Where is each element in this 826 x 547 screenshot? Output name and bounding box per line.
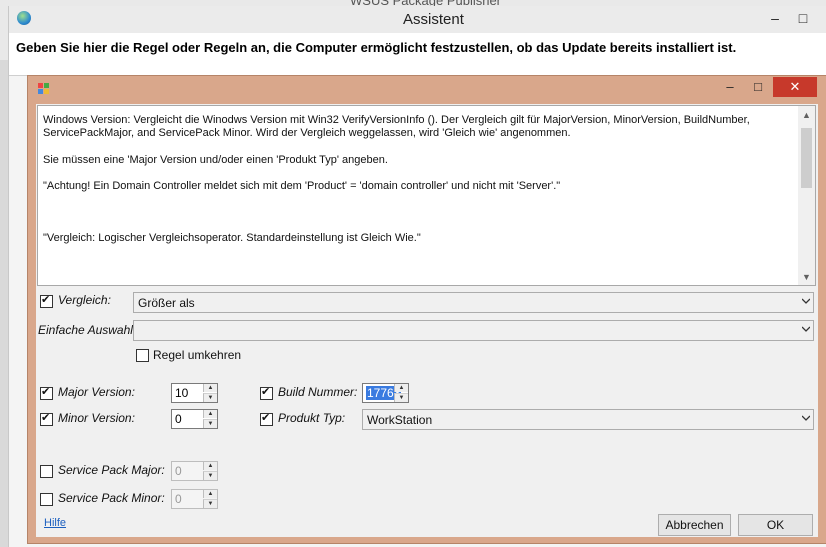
- scroll-up-arrow-icon[interactable]: ▲: [798, 109, 815, 122]
- assistant-title-bar: Assistent – □: [9, 6, 826, 33]
- chevron-down-icon: [802, 326, 810, 332]
- major-version-checkbox[interactable]: [40, 385, 53, 400]
- sp-major-value: 0: [175, 464, 182, 478]
- rule-dialog-client: Windows Version: Vergleicht die Winodws …: [36, 104, 818, 537]
- minor-version-label: Minor Version:: [58, 411, 135, 425]
- major-version-spinner[interactable]: 10 ▲ ▼: [171, 383, 218, 403]
- sp-minor-value: 0: [175, 492, 182, 506]
- build-nummer-label: Build Nummer:: [278, 385, 358, 399]
- chevron-down-icon: [802, 415, 810, 421]
- spin-up-icon[interactable]: ▲: [203, 384, 217, 392]
- dialog-close-button[interactable]: ✕: [773, 77, 817, 97]
- assistant-minimize-button[interactable]: –: [763, 7, 787, 29]
- minor-version-value: 0: [175, 412, 182, 426]
- major-version-label: Major Version:: [58, 385, 135, 399]
- spin-up-icon[interactable]: ▲: [394, 384, 408, 392]
- major-version-value: 10: [175, 386, 189, 400]
- description-paragraph: Sie müssen eine 'Major Version und/oder …: [43, 154, 388, 166]
- spin-down-icon[interactable]: ▼: [203, 419, 217, 428]
- sp-minor-checkbox[interactable]: [40, 493, 53, 506]
- app-form-icon: [38, 83, 49, 94]
- vergleich-checkbox[interactable]: [40, 293, 53, 308]
- vergleich-dropdown[interactable]: Größer als: [133, 292, 814, 313]
- cancel-button[interactable]: Abbrechen: [658, 514, 731, 536]
- produkt-typ-checkbox[interactable]: [260, 411, 273, 426]
- assistant-title: Assistent: [403, 11, 464, 28]
- wsus-globe-icon: [17, 11, 31, 25]
- spin-down-icon[interactable]: ▼: [203, 499, 217, 508]
- rule-dialog-title-bar: – □ ✕: [28, 76, 826, 103]
- rule-dialog: – □ ✕ Windows Version: Vergleicht die Wi…: [27, 75, 826, 544]
- dialog-maximize-button[interactable]: □: [746, 77, 770, 97]
- regel-umkehren-label: Regel umkehren: [153, 348, 242, 362]
- chevron-down-icon: [802, 298, 810, 304]
- vergleich-value: Größer als: [138, 296, 195, 310]
- build-nummer-spinner[interactable]: 17763 ▲ ▼: [362, 383, 409, 403]
- assistant-instruction: Geben Sie hier die Regel oder Regeln an,…: [16, 40, 737, 55]
- minor-version-spinner[interactable]: 0 ▲ ▼: [171, 409, 218, 429]
- sp-minor-label: Service Pack Minor:: [58, 491, 165, 505]
- scroll-down-arrow-icon[interactable]: ▼: [798, 271, 815, 284]
- einfache-auswahl-dropdown[interactable]: [133, 320, 814, 341]
- scroll-thumb[interactable]: [801, 128, 812, 188]
- sp-major-spinner[interactable]: 0 ▲ ▼: [171, 461, 218, 481]
- sp-major-label: Service Pack Major:: [58, 463, 165, 477]
- regel-umkehren-checkbox[interactable]: [136, 349, 149, 362]
- sp-minor-spinner[interactable]: 0 ▲ ▼: [171, 489, 218, 509]
- sp-major-checkbox[interactable]: [40, 465, 53, 478]
- produkt-typ-label: Produkt Typ:: [278, 411, 346, 425]
- help-link[interactable]: Hilfe: [44, 517, 66, 529]
- build-nummer-checkbox[interactable]: [260, 385, 273, 400]
- description-scrollbar[interactable]: ▲ ▼: [798, 106, 815, 285]
- description-paragraph: "Vergleich: Logischer Vergleichsoperator…: [43, 232, 421, 244]
- spin-up-icon[interactable]: ▲: [203, 462, 217, 470]
- description-paragraph: Windows Version: Vergleicht die Winodws …: [43, 114, 750, 139]
- description-textbox[interactable]: Windows Version: Vergleicht die Winodws …: [37, 105, 816, 286]
- vergleich-label: Vergleich:: [58, 293, 111, 307]
- ok-button[interactable]: OK: [738, 514, 813, 536]
- produkt-typ-dropdown[interactable]: WorkStation: [362, 409, 814, 430]
- spin-down-icon[interactable]: ▼: [203, 393, 217, 402]
- spin-up-icon[interactable]: ▲: [203, 410, 217, 418]
- dialog-minimize-button[interactable]: –: [718, 77, 742, 97]
- assistant-header: Geben Sie hier die Regel oder Regeln an,…: [9, 33, 826, 76]
- spin-down-icon[interactable]: ▼: [203, 471, 217, 480]
- produkt-typ-value: WorkStation: [367, 413, 433, 427]
- minor-version-checkbox[interactable]: [40, 411, 53, 426]
- einfache-auswahl-label: Einfache Auswahl:: [38, 323, 137, 337]
- spin-up-icon[interactable]: ▲: [203, 490, 217, 498]
- spin-down-icon[interactable]: ▼: [394, 393, 408, 402]
- description-paragraph: "Achtung! Ein Domain Controller meldet s…: [43, 180, 561, 192]
- assistant-maximize-button[interactable]: □: [791, 7, 815, 29]
